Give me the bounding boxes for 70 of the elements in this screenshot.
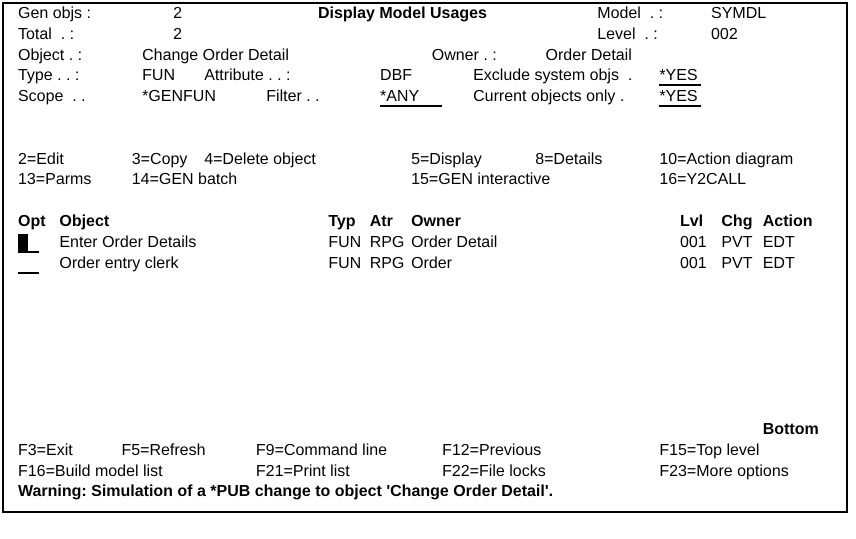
column-header: Owner <box>411 212 461 232</box>
table-cell-text: FUN <box>328 232 362 253</box>
field-label: Type . . : <box>18 66 80 86</box>
option-text: 3=Copy <box>132 150 188 170</box>
function-key: F21=Print list <box>256 462 350 482</box>
option-text: 2=Edit <box>18 150 64 170</box>
function-key: F12=Previous <box>442 440 542 462</box>
table-cell-text: Enter Order Details <box>59 232 196 253</box>
table-cell-text: PVT <box>721 232 752 253</box>
function-key: F23=More options <box>659 462 789 482</box>
function-key: F16=Build model list <box>18 462 163 482</box>
field-label: Model . : <box>597 4 664 24</box>
table-cell-text: Order entry clerk <box>59 254 179 274</box>
field-label: Attribute . . : <box>204 66 290 86</box>
option-text: 8=Details <box>535 150 602 170</box>
table-cell-text: PVT <box>721 254 752 274</box>
column-header: Action <box>762 212 813 232</box>
field-label: Level . : <box>597 24 658 45</box>
column-header: Object <box>59 212 110 232</box>
function-key: F3=Exit <box>18 440 73 462</box>
field-value: 002 <box>711 24 738 45</box>
field-value: DBF <box>380 66 412 86</box>
column-header: Lvl <box>680 212 704 232</box>
option-text: 15=GEN interactive <box>411 170 550 190</box>
field-label: Object . : <box>18 46 82 66</box>
field-label: Filter . . <box>266 87 320 108</box>
table-cell-text: 001 <box>680 254 707 274</box>
field-value: FUN <box>142 66 176 86</box>
option-text: 5=Display <box>411 150 482 170</box>
table-cell-text: FUN <box>328 254 362 274</box>
column-header: Typ <box>328 212 356 232</box>
table-cell-text: RPG <box>370 254 404 274</box>
column-header: Chg <box>721 212 752 232</box>
field-label: Exclude system objs . <box>473 66 632 86</box>
field-value: *GENFUN <box>142 87 216 108</box>
field-label: Total . : <box>18 24 74 45</box>
field-label: Gen objs : <box>18 4 91 24</box>
cursor-block <box>18 234 28 251</box>
table-cell-text: EDT <box>762 254 795 274</box>
table-cell-text: EDT <box>762 232 795 253</box>
field-label: Current objects only . <box>473 87 624 108</box>
warning-message: Warning: Simulation of a *PUB change to object 'Change Order Detail'. <box>18 482 554 502</box>
input-field[interactable]: *YES <box>659 88 701 108</box>
field-label: Owner . : <box>432 46 497 66</box>
option-text: 10=Action diagram <box>659 150 794 170</box>
table-cell-text: RPG <box>370 232 404 253</box>
function-key: F22=File locks <box>442 462 546 482</box>
field-label: Scope . . <box>18 87 86 108</box>
input-field[interactable]: *ANY <box>380 88 442 108</box>
input-field[interactable]: *YES <box>659 67 701 86</box>
option-input[interactable] <box>18 234 39 253</box>
field-value: SYMDL <box>711 4 766 24</box>
option-text: 14=GEN batch <box>132 170 238 190</box>
table-cell-text: Order <box>411 254 452 274</box>
table-cell-text: Order Detail <box>411 232 498 253</box>
field-value: Order Detail <box>546 46 632 66</box>
option-text: 4=Delete object <box>204 150 316 170</box>
function-key: F5=Refresh <box>121 440 206 462</box>
screen-title: Display Model Usages <box>318 4 487 24</box>
table-cell-text: 001 <box>680 232 707 253</box>
field-value: 2 <box>173 4 182 24</box>
option-text: 13=Parms <box>18 170 92 190</box>
function-key: F15=Top level <box>659 440 760 462</box>
list-position: Bottom <box>762 420 819 440</box>
column-header: Atr <box>370 212 393 232</box>
field-value: Change Order Detail <box>142 46 289 66</box>
column-header: Opt <box>18 212 46 232</box>
function-key: F9=Command line <box>256 440 388 462</box>
field-value: 2 <box>173 24 182 45</box>
option-text: 16=Y2CALL <box>659 170 746 190</box>
